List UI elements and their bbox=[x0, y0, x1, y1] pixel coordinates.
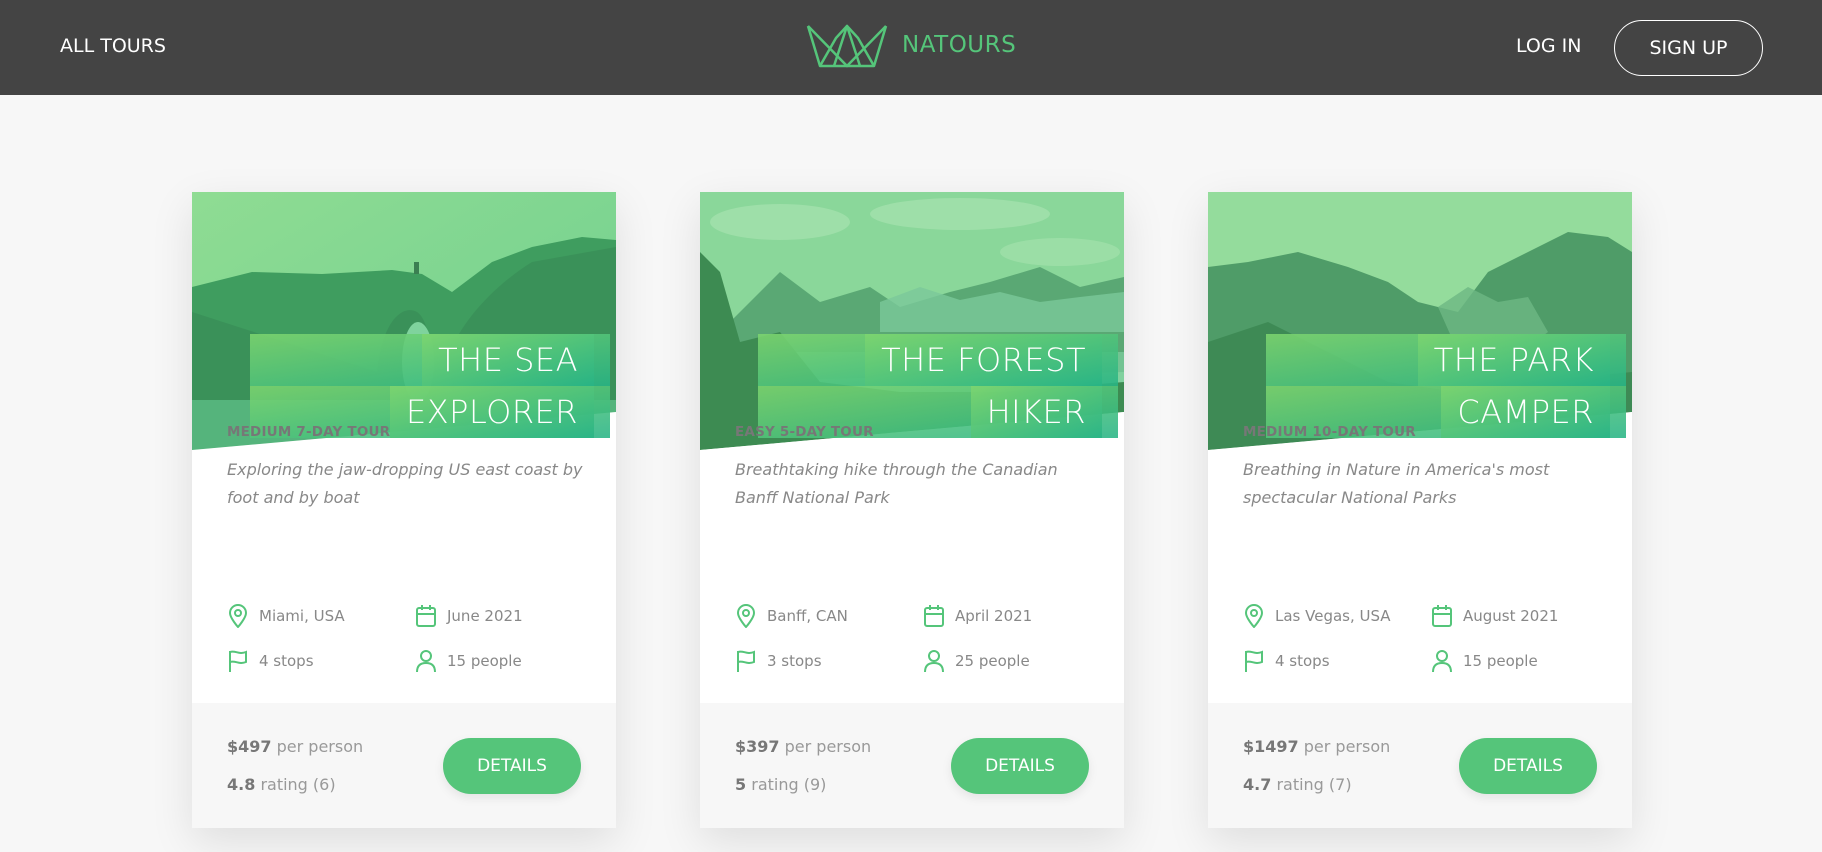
crown-logo-icon bbox=[806, 24, 888, 68]
tour-people: 15 people bbox=[415, 649, 522, 673]
tour-rating: 4.7 rating (7) bbox=[1243, 775, 1352, 794]
tour-location: Las Vegas, USA bbox=[1243, 604, 1391, 628]
tour-title: THE FOREST HIKER bbox=[758, 334, 1118, 438]
tour-title-line2: CAMPER bbox=[1441, 386, 1610, 438]
date-text: June 2021 bbox=[447, 607, 523, 625]
all-tours-link[interactable]: ALL TOURS bbox=[60, 35, 166, 57]
signup-button[interactable]: SIGN UP bbox=[1614, 20, 1763, 76]
login-link[interactable]: LOG IN bbox=[1516, 35, 1581, 57]
rating-suffix: rating (7) bbox=[1276, 775, 1352, 794]
rating-suffix: rating (9) bbox=[751, 775, 827, 794]
tour-summary: Breathtaking hike through the Canadian B… bbox=[735, 460, 1058, 507]
map-pin-icon bbox=[736, 604, 756, 628]
tour-rating: 4.8 rating (6) bbox=[227, 775, 336, 794]
people-text: 25 people bbox=[955, 652, 1030, 670]
card-header: THE SEA EXPLORER bbox=[192, 192, 616, 450]
price-suffix: per person bbox=[784, 737, 872, 756]
rating-value: 4.7 bbox=[1243, 775, 1272, 794]
tour-people: 15 people bbox=[1431, 649, 1538, 673]
details-button[interactable]: DETAILS bbox=[951, 738, 1089, 794]
calendar-icon bbox=[1432, 605, 1452, 627]
user-icon bbox=[416, 650, 436, 673]
location-text: Banff, CAN bbox=[767, 607, 848, 625]
tour-people: 25 people bbox=[923, 649, 1030, 673]
tour-price: $1497 per person bbox=[1243, 737, 1390, 756]
tour-price: $497 per person bbox=[227, 737, 363, 756]
tour-title: THE PARK CAMPER bbox=[1266, 334, 1626, 438]
tour-card: THE SEA EXPLORER MEDIUM 7-DAY TOUR Explo… bbox=[192, 192, 616, 828]
tour-date: June 2021 bbox=[415, 604, 523, 628]
brand-logo[interactable]: NATOURS bbox=[806, 22, 1016, 68]
price-suffix: per person bbox=[1303, 737, 1391, 756]
tour-summary: Exploring the jaw-dropping US east coast… bbox=[227, 460, 583, 507]
tour-difficulty: EASY 5-DAY TOUR bbox=[735, 424, 874, 440]
card-footer: $1497 per person 4.7 rating (7) DETAILS bbox=[1208, 703, 1632, 828]
tour-card: THE FOREST HIKER EASY 5-DAY TOUR Breatht… bbox=[700, 192, 1124, 828]
date-text: April 2021 bbox=[955, 607, 1033, 625]
price-value: $397 bbox=[735, 737, 780, 756]
calendar-icon bbox=[924, 605, 944, 627]
card-footer: $397 per person 5 rating (9) DETAILS bbox=[700, 703, 1124, 828]
people-text: 15 people bbox=[447, 652, 522, 670]
flag-icon bbox=[1245, 650, 1263, 672]
rating-value: 5 bbox=[735, 775, 747, 794]
tour-difficulty: MEDIUM 10-DAY TOUR bbox=[1243, 424, 1416, 440]
card-header: THE PARK CAMPER bbox=[1208, 192, 1632, 450]
people-text: 15 people bbox=[1463, 652, 1538, 670]
tour-location: Miami, USA bbox=[227, 604, 345, 628]
tour-date: April 2021 bbox=[923, 604, 1032, 628]
rating-suffix: rating (6) bbox=[260, 775, 336, 794]
tour-card: THE PARK CAMPER MEDIUM 10-DAY TOUR Breat… bbox=[1208, 192, 1632, 828]
stops-text: 3 stops bbox=[767, 652, 822, 670]
tour-difficulty: MEDIUM 7-DAY TOUR bbox=[227, 424, 391, 440]
stops-text: 4 stops bbox=[259, 652, 314, 670]
user-icon bbox=[924, 650, 944, 673]
tour-title-line1: THE PARK bbox=[1417, 334, 1610, 386]
tour-location: Banff, CAN bbox=[735, 604, 848, 628]
map-pin-icon bbox=[228, 604, 248, 628]
tour-stops: 4 stops bbox=[227, 649, 314, 673]
location-text: Las Vegas, USA bbox=[1275, 607, 1391, 625]
date-text: August 2021 bbox=[1463, 607, 1559, 625]
map-pin-icon bbox=[1244, 604, 1264, 628]
tour-title-line1: THE FOREST bbox=[865, 334, 1102, 386]
price-value: $1497 bbox=[1243, 737, 1299, 756]
rating-value: 4.8 bbox=[227, 775, 256, 794]
card-header: THE FOREST HIKER bbox=[700, 192, 1124, 450]
flag-icon bbox=[737, 650, 755, 672]
calendar-icon bbox=[416, 605, 436, 627]
tour-title-line2: EXPLORER bbox=[390, 386, 594, 438]
tour-date: August 2021 bbox=[1431, 604, 1558, 628]
price-suffix: per person bbox=[276, 737, 364, 756]
top-navigation-bar: ALL TOURS NATOURS LOG IN SIGN UP bbox=[0, 0, 1822, 95]
tour-stops: 4 stops bbox=[1243, 649, 1330, 673]
brand-name: NATOURS bbox=[902, 32, 1017, 58]
card-footer: $497 per person 4.8 rating (6) DETAILS bbox=[192, 703, 616, 828]
tour-title-line2: HIKER bbox=[970, 386, 1102, 438]
details-button[interactable]: DETAILS bbox=[443, 738, 581, 794]
price-value: $497 bbox=[227, 737, 272, 756]
tour-title-line1: THE SEA bbox=[422, 334, 594, 386]
flag-icon bbox=[229, 650, 247, 672]
user-icon bbox=[1432, 650, 1452, 673]
location-text: Miami, USA bbox=[259, 607, 345, 625]
tour-title: THE SEA EXPLORER bbox=[250, 334, 610, 438]
tour-summary: Breathing in Nature in America's most sp… bbox=[1243, 460, 1550, 507]
details-button[interactable]: DETAILS bbox=[1459, 738, 1597, 794]
stops-text: 4 stops bbox=[1275, 652, 1330, 670]
tour-rating: 5 rating (9) bbox=[735, 775, 826, 794]
tour-price: $397 per person bbox=[735, 737, 871, 756]
tour-stops: 3 stops bbox=[735, 649, 822, 673]
